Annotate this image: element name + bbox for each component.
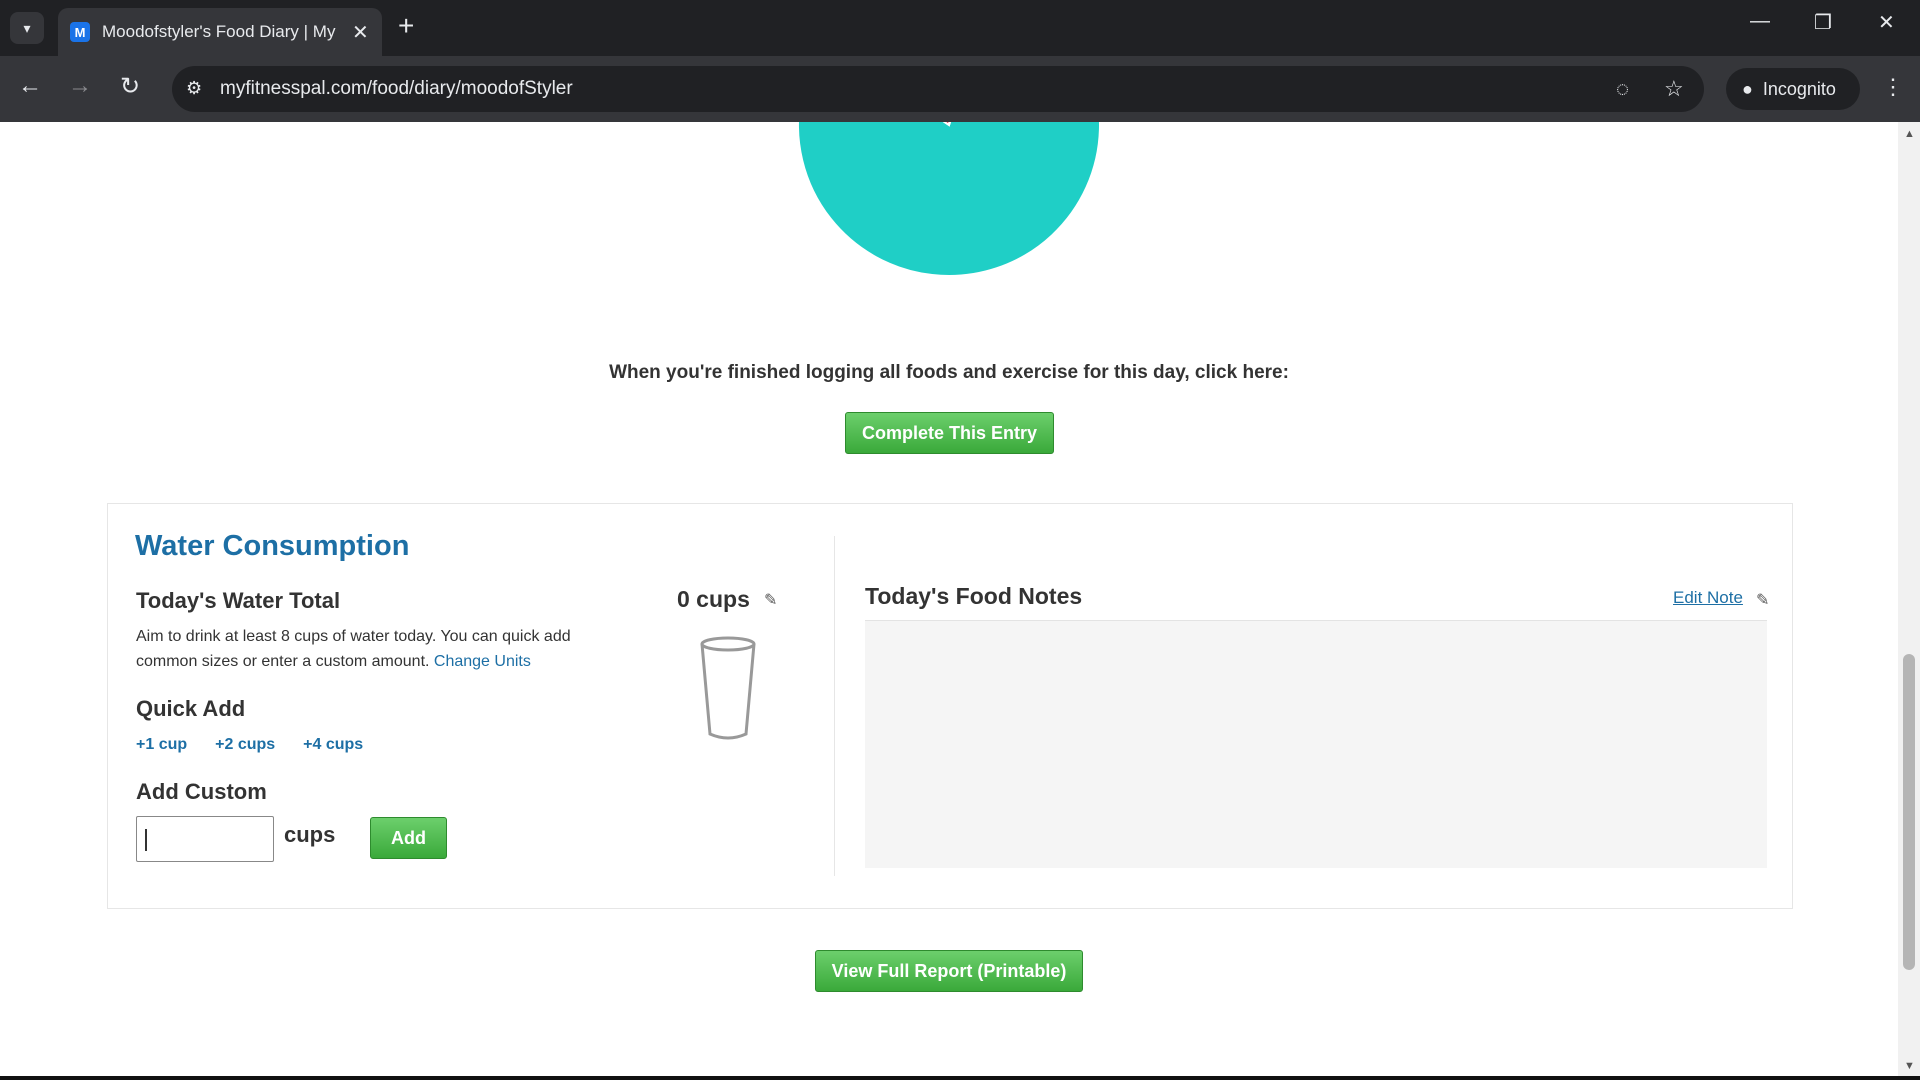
eye-off-icon[interactable]: ◌ bbox=[1616, 76, 1629, 102]
view-full-report-button[interactable]: View Full Report (Printable) bbox=[815, 950, 1083, 992]
cups-unit-label: cups bbox=[284, 822, 336, 847]
bookmark-star-icon[interactable]: ☆ bbox=[1664, 76, 1684, 102]
edit-water-pencil-icon[interactable]: ✎ bbox=[764, 590, 777, 610]
address-bar[interactable]: ⚙ myfitnesspal.com/food/diary/moodofStyl… bbox=[172, 66, 1704, 112]
water-aim-text: Aim to drink at least 8 cups of water to… bbox=[136, 624, 626, 674]
add-custom-label: Add Custom bbox=[136, 779, 267, 804]
quick-add-4-cups[interactable]: +4 cups bbox=[303, 736, 363, 754]
tab-title: Moodofstyler's Food Diary | My bbox=[102, 22, 336, 41]
page-scrollbar[interactable]: ▲ ▼ bbox=[1898, 122, 1920, 1080]
restore-icon[interactable]: ❐ bbox=[1814, 10, 1832, 35]
reload-icon[interactable]: ↻ bbox=[120, 72, 140, 101]
minimize-icon[interactable]: — bbox=[1750, 10, 1770, 33]
back-icon[interactable]: ← bbox=[18, 72, 42, 100]
food-notes-box[interactable] bbox=[865, 620, 1767, 868]
forward-icon[interactable]: → bbox=[68, 72, 92, 100]
scrollbar-thumb[interactable] bbox=[1903, 654, 1915, 970]
browser-tab-bar: ▾ M Moodofstyler's Food Diary | My ✕ + —… bbox=[0, 0, 1920, 56]
edit-note-pencil-icon[interactable]: ✎ bbox=[1756, 590, 1769, 610]
incognito-label: Incognito bbox=[1762, 78, 1836, 99]
window-bottom-edge bbox=[0, 1076, 1920, 1080]
close-window-icon[interactable]: ✕ bbox=[1878, 10, 1895, 35]
today-water-total-label: Today's Water Total bbox=[136, 588, 341, 613]
quick-add-1-cup[interactable]: +1 cup bbox=[136, 736, 187, 754]
complete-entry-button[interactable]: Complete This Entry bbox=[845, 412, 1054, 454]
pie-slice-0 bbox=[798, 122, 1100, 276]
edit-note-link[interactable]: Edit Note bbox=[1673, 588, 1743, 608]
change-units-link[interactable]: Change Units bbox=[434, 653, 531, 670]
scroll-down-icon[interactable]: ▼ bbox=[1904, 1060, 1915, 1072]
scroll-up-icon[interactable]: ▲ bbox=[1904, 128, 1915, 140]
add-water-button[interactable]: Add bbox=[370, 817, 447, 859]
water-count: 0 cups bbox=[677, 586, 750, 612]
food-notes-title: Today's Food Notes bbox=[865, 583, 1083, 609]
favicon-icon: M bbox=[70, 22, 90, 42]
page-content: When you're finished logging all foods a… bbox=[0, 122, 1920, 1080]
incognito-icon: ● bbox=[1742, 78, 1753, 99]
tab-search-icon[interactable]: ▾ bbox=[10, 12, 44, 44]
menu-icon[interactable]: ⋮ bbox=[1882, 74, 1904, 100]
text-caret bbox=[145, 829, 147, 851]
url-text: myfitnesspal.com/food/diary/moodofStyler bbox=[220, 78, 573, 99]
custom-cups-input[interactable] bbox=[136, 816, 274, 862]
quick-add-label: Quick Add bbox=[136, 696, 246, 721]
water-title: Water Consumption bbox=[135, 530, 410, 562]
quick-add-links: +1 cup +2 cups +4 cups bbox=[136, 736, 363, 754]
quick-add-2-cups[interactable]: +2 cups bbox=[215, 736, 275, 754]
site-info-icon[interactable]: ⚙ bbox=[186, 78, 202, 99]
macro-pie-chart bbox=[798, 122, 1100, 276]
finish-message: When you're finished logging all foods a… bbox=[609, 362, 1289, 383]
incognito-badge[interactable]: ● Incognito bbox=[1726, 68, 1860, 110]
water-consumption-panel: Water Consumption Today's Water Total Ai… bbox=[107, 503, 1793, 909]
new-tab-icon[interactable]: + bbox=[398, 10, 414, 42]
panel-divider bbox=[834, 536, 835, 876]
tab-close-icon[interactable]: ✕ bbox=[352, 20, 369, 45]
browser-tab[interactable]: M Moodofstyler's Food Diary | My ✕ bbox=[58, 8, 382, 56]
water-glass-icon bbox=[700, 636, 756, 740]
browser-toolbar: ← → ↻ ⚙ myfitnesspal.com/food/diary/mood… bbox=[0, 56, 1920, 122]
